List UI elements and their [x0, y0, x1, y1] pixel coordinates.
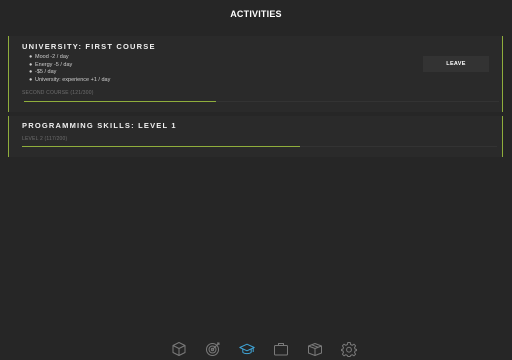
progress-bar: [24, 101, 499, 102]
progress-fill: [24, 101, 216, 102]
leave-button[interactable]: LEAVE: [423, 56, 489, 72]
target-icon: [206, 342, 220, 356]
effect-text: -$5 / day: [35, 69, 57, 75]
bottom-tab-bar: [162, 340, 366, 358]
tab-items[interactable]: [162, 340, 196, 358]
progress-label: SECOND COURSE (121/300): [22, 90, 94, 96]
effect-item: ● University: experience +1 / day: [29, 77, 110, 85]
effect-item: ● Mood -2 / day: [29, 54, 110, 62]
effect-text: University: experience +1 / day: [35, 76, 111, 83]
graduation-cap-icon: [239, 343, 255, 355]
tab-shop[interactable]: [298, 340, 332, 358]
activity-title: PROGRAMMING SKILLS: LEVEL 1: [22, 121, 177, 130]
page-title: ACTIVITIES: [230, 9, 282, 19]
tab-education[interactable]: [230, 340, 264, 358]
gear-icon: [341, 342, 357, 357]
tab-goals[interactable]: [196, 340, 230, 358]
tab-settings[interactable]: [332, 340, 366, 358]
progress-bar: [22, 146, 497, 147]
activity-effects-list: ● Mood -2 / day ● Energy -5 / day ● -$5 / d…: [29, 54, 110, 84]
activity-card-university: UNIVERSITY: FIRST COURSE ● Mood -2 / day …: [8, 36, 503, 112]
effect-item: ● -$5 / day: [29, 69, 110, 77]
activity-title: UNIVERSITY: FIRST COURSE: [22, 42, 156, 51]
effect-text: Mood -2 / day: [35, 54, 69, 60]
progress-fill: [22, 146, 300, 147]
progress-label: LEVEL 2 (117/200): [22, 136, 68, 142]
tab-work[interactable]: [264, 340, 298, 358]
bullet-icon: ●: [29, 61, 33, 68]
bullet-icon: ●: [29, 76, 33, 83]
briefcase-icon: [274, 343, 288, 356]
bullet-icon: ●: [29, 69, 33, 75]
bullet-icon: ●: [29, 54, 33, 60]
cube-icon: [172, 342, 186, 356]
activity-card-programming: PROGRAMMING SKILLS: LEVEL 1 LEVEL 2 (117…: [8, 116, 503, 157]
effect-text: Energy -5 / day: [35, 61, 73, 68]
package-icon: [308, 343, 322, 356]
effect-item: ● Energy -5 / day: [29, 62, 110, 70]
